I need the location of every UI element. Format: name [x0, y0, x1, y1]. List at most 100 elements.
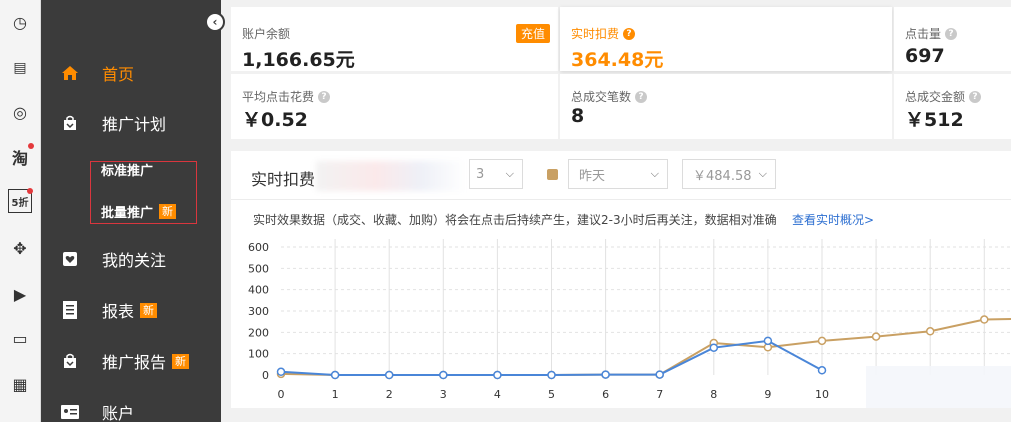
stat-card-clicks: 点击量? 697	[894, 7, 1011, 71]
stat-label: 总成交金额?	[905, 88, 982, 105]
stat-value: 1,166.65元	[242, 49, 355, 71]
sidebar-item-label: 推广计划	[102, 115, 167, 134]
x-tick-label: 9	[764, 388, 771, 401]
x-tick-label: 5	[548, 388, 555, 401]
data-point	[817, 366, 827, 375]
sidebar-item-promotion-report[interactable]: 推广报告 新	[61, 349, 190, 373]
id-card-icon	[61, 403, 79, 421]
y-tick-label: 300	[248, 305, 269, 318]
stat-label-text: 实时扣费	[571, 27, 620, 41]
stat-card-deal-amount: 总成交金额? ￥512	[894, 74, 1011, 139]
stat-label: 实时扣费?	[571, 25, 636, 42]
stat-value: 364.48元	[571, 49, 664, 71]
sidebar-item-campaigns[interactable]: 推广计划	[61, 111, 166, 135]
sidebar-item-reports[interactable]: 报表 新	[61, 298, 158, 322]
data-point	[980, 315, 989, 324]
stat-label: 账户余额	[242, 27, 291, 41]
taobao-glyph: 淘	[11, 149, 28, 168]
y-tick-label: 100	[248, 348, 269, 361]
stat-label: 平均点击花费?	[242, 88, 331, 105]
calculator-icon[interactable]: ▦	[8, 372, 32, 396]
x-tick-label: 10	[815, 388, 829, 401]
new-badge: 新	[172, 353, 190, 369]
stat-card-avg-click-cost: 平均点击花费? ￥0.52	[231, 74, 558, 139]
stat-label: 总成交笔数?	[571, 88, 648, 105]
help-icon[interactable]: ?	[318, 90, 331, 103]
y-tick-label: 0	[262, 369, 269, 382]
stat-value: ￥0.52	[242, 109, 308, 131]
stat-value: ￥512	[905, 109, 964, 131]
data-point	[925, 327, 935, 336]
data-point	[276, 367, 286, 377]
taobao-icon[interactable]: 淘	[8, 143, 34, 169]
sidebar-item-home[interactable]: 首页	[61, 61, 134, 85]
collapse-sidebar-button[interactable]: ‹	[205, 12, 225, 32]
sidebar-item-following[interactable]: 我的关注	[61, 247, 166, 271]
help-icon[interactable]: ?	[623, 27, 636, 40]
report-icon	[61, 301, 79, 319]
y-tick-label: 600	[248, 241, 269, 254]
stat-label-text: 总成交金额	[905, 90, 966, 104]
data-point	[601, 370, 610, 379]
gamepad-icon[interactable]: ✥	[8, 236, 32, 260]
data-point	[763, 336, 773, 346]
realtime-cost-chart: 0 100 200 300 400 500 600 0 1 2 3 4 5 6 7 8 9 10	[248, 239, 1011, 408]
chat-icon[interactable]: ◎	[8, 100, 32, 124]
stat-label-text: 总成交笔数	[571, 90, 632, 104]
highlight-box	[90, 161, 197, 224]
discount-glyph: 5折	[11, 197, 29, 209]
app-icon-rail: ◷ ▤ ◎ 淘 5折 ✥ ▶ ▭ ▦	[0, 0, 41, 422]
help-icon[interactable]: ?	[945, 27, 958, 40]
stat-label-text: 点击量	[905, 27, 942, 41]
data-point	[330, 370, 340, 380]
recharge-button[interactable]: 充值	[515, 24, 550, 43]
stat-card-deals: 总成交笔数? 8	[560, 74, 892, 139]
y-tick-label: 400	[248, 284, 269, 297]
help-icon[interactable]: ?	[969, 90, 982, 103]
stat-value: 8	[571, 105, 585, 127]
blurred-region	[866, 366, 1011, 408]
realtime-chart-panel: 实时扣费 3 ⌵ 昨天 ⌵ ￥484.58 ⌵ 实时效果数据（成交、收藏、加购）…	[231, 151, 1011, 408]
sidebar-item-label: 账户	[102, 404, 135, 422]
x-tick-label: 6	[602, 388, 609, 401]
data-point	[871, 332, 881, 341]
discount-icon[interactable]: 5折	[8, 188, 33, 213]
x-tick-label: 0	[278, 388, 285, 401]
x-tick-label: 8	[710, 388, 717, 401]
x-tick-label: 2	[386, 388, 393, 401]
x-tick-label: 3	[440, 388, 447, 401]
data-point	[547, 370, 556, 380]
heart-icon	[61, 250, 79, 268]
sidebar-item-label: 我的关注	[102, 251, 167, 270]
data-point	[384, 370, 394, 380]
stat-card-balance: 账户余额 1,166.65元 充值	[231, 7, 558, 71]
x-tick-label: 1	[332, 388, 339, 401]
stat-card-realtime-cost[interactable]: 实时扣费? 364.48元	[560, 7, 892, 71]
data-point	[655, 370, 664, 379]
monitor-icon[interactable]: ▭	[8, 326, 32, 350]
x-tick-label: 4	[494, 388, 501, 401]
data-point	[493, 370, 502, 380]
data-point	[439, 370, 448, 380]
shopping-bag-icon	[61, 114, 79, 132]
sidebar-item-label: 报表	[102, 302, 135, 321]
data-point	[817, 336, 827, 346]
clock-icon[interactable]: ◷	[8, 10, 32, 34]
y-tick-label: 200	[248, 326, 269, 339]
notification-dot	[27, 188, 33, 194]
home-icon	[61, 64, 79, 82]
video-icon[interactable]: ▶	[8, 282, 32, 306]
shopping-bag-icon	[61, 352, 79, 370]
news-icon[interactable]: ▤	[8, 56, 32, 80]
y-tick-label: 500	[248, 262, 269, 275]
sidebar-item-label: 推广报告	[102, 353, 167, 372]
sidebar-item-label: 首页	[102, 65, 135, 84]
stat-label-text: 平均点击花费	[242, 90, 315, 104]
data-point	[709, 343, 719, 352]
help-icon[interactable]: ?	[635, 90, 648, 103]
sidebar-item-account[interactable]: 账户	[61, 400, 134, 422]
notification-dot	[28, 143, 34, 149]
x-tick-label: 7	[656, 388, 663, 401]
stat-value: 697	[905, 45, 945, 67]
stat-label: 点击量?	[905, 25, 958, 42]
